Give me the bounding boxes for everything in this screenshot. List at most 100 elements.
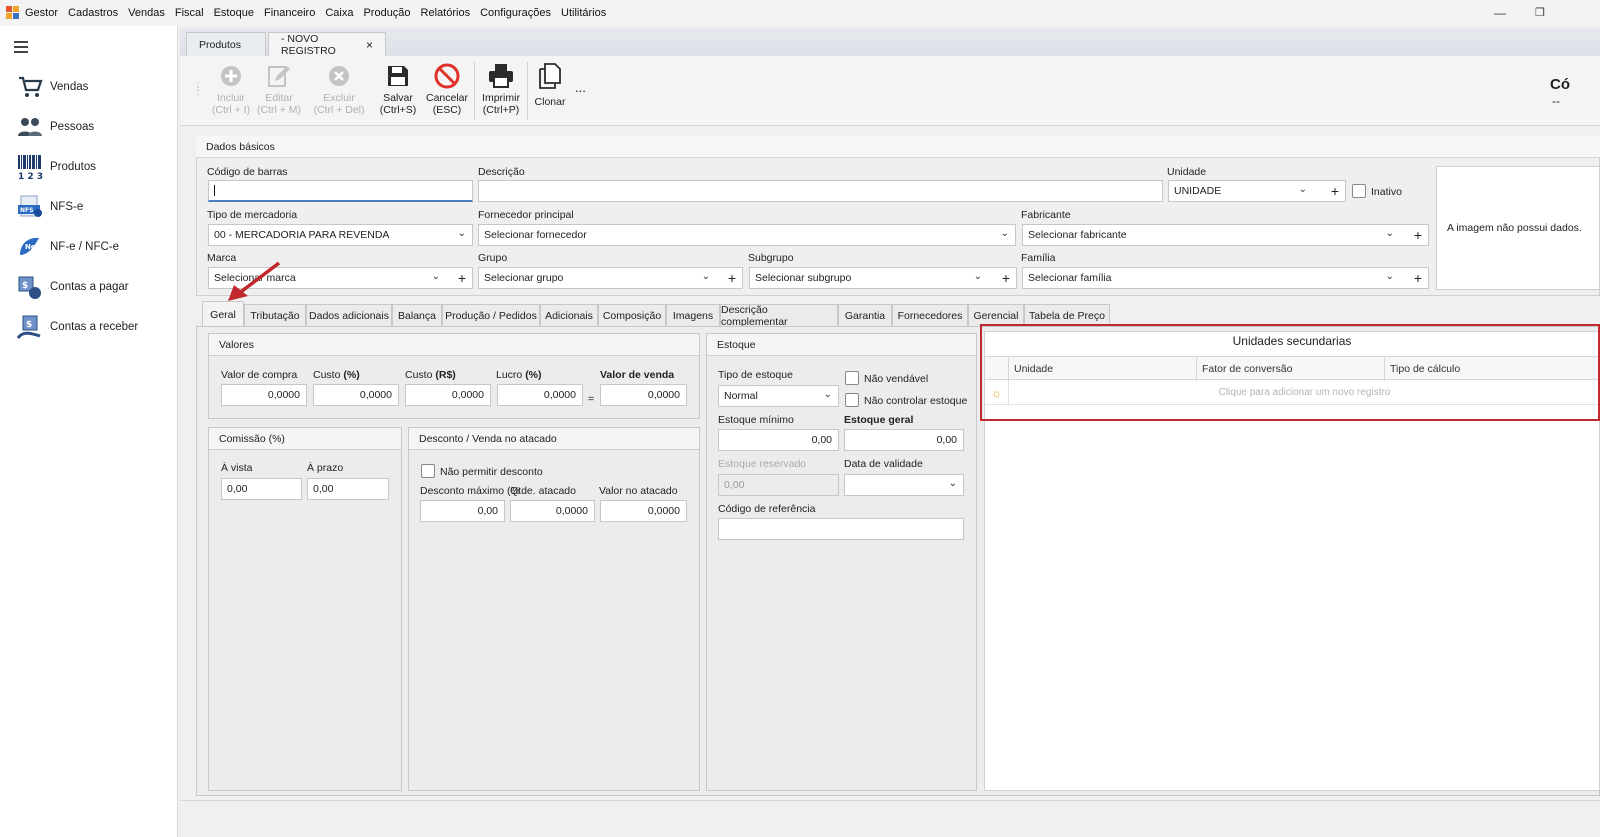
menu-caixa[interactable]: Caixa (325, 7, 353, 19)
menu-vendas[interactable]: Vendas (128, 7, 165, 19)
excluir-button[interactable]: Excluir (Ctrl + Del) (312, 62, 366, 116)
familia-label: Família (1021, 252, 1056, 264)
minimize-icon[interactable]: — (1494, 6, 1506, 20)
estoque-minimo-input[interactable]: 0,00 (718, 429, 839, 451)
hamburger-menu-icon[interactable] (14, 41, 28, 56)
custo-rs-input[interactable]: 0,0000 (405, 384, 491, 406)
custo-pct-input[interactable]: 0,0000 (313, 384, 399, 406)
a-vista-input[interactable]: 0,00 (221, 478, 302, 500)
plus-icon: + (1413, 270, 1422, 286)
cancel-icon (434, 63, 460, 89)
salvar-button[interactable]: Salvar (Ctrl+S) (376, 62, 420, 116)
a-prazo-input[interactable]: 0,00 (307, 478, 389, 500)
menu-estoque[interactable]: Estoque (214, 7, 254, 19)
menu-relatorios[interactable]: Relatórios (421, 7, 471, 19)
codigo-barras-input[interactable] (208, 180, 473, 202)
sidebar (0, 26, 178, 837)
fornecedor-select[interactable]: Selecionar fornecedor ⌄ (478, 224, 1016, 246)
menu-producao[interactable]: Produção (363, 7, 410, 19)
product-image-box[interactable]: A imagem não possui dados. (1436, 166, 1600, 290)
custo-pct-label: Custo (%) (313, 369, 360, 381)
estoque-reservado-input: 0,00 (718, 474, 839, 496)
sidebar-item-label: Contas a receber (50, 321, 139, 333)
estoque-reservado-label: Estoque reservado (718, 458, 807, 470)
tab-tributacao[interactable]: Tributação (244, 304, 306, 326)
nao-vendavel-checkbox[interactable] (845, 371, 859, 385)
qtde-atacado-input[interactable]: 0,0000 (510, 500, 595, 522)
toolbar-separator (474, 62, 475, 120)
fabricante-select[interactable]: Selecionar fabricante ⌄ + (1022, 224, 1429, 246)
sidebar-item-label: Pessoas (50, 121, 95, 133)
tab-gerencial[interactable]: Gerencial (968, 304, 1024, 326)
familia-select[interactable]: Selecionar família ⌄ + (1022, 267, 1429, 289)
estoque-geral-label: Estoque geral (844, 414, 914, 426)
descricao-input[interactable] (478, 180, 1163, 202)
unidade-select[interactable]: UNIDADE ⌄ + (1168, 180, 1346, 202)
subgrupo-select[interactable]: Selecionar subgrupo ⌄ + (749, 267, 1017, 289)
menu-configuracoes[interactable]: Configurações (480, 7, 551, 19)
comissao-title: Comissão (%) (209, 428, 401, 450)
nao-permitir-desconto-checkbox[interactable] (421, 464, 435, 478)
menu-financeiro[interactable]: Financeiro (264, 7, 315, 19)
lucro-input[interactable]: 0,0000 (497, 384, 583, 406)
sidebar-item-nfe[interactable]: Ne NF-e / NFC-e (16, 232, 176, 262)
sidebar-item-pessoas[interactable]: Pessoas (16, 112, 176, 142)
menu-cadastros[interactable]: Cadastros (68, 7, 118, 19)
sidebar-item-nfse[interactable]: NFS NFS-e (16, 192, 176, 222)
sidebar-item-label: NF-e / NFC-e (50, 241, 119, 253)
tab-balanca[interactable]: Balança (392, 304, 442, 326)
subgrupo-label: Subgrupo (748, 252, 794, 264)
tab-tabela-preco[interactable]: Tabela de Preço (1024, 304, 1110, 326)
estoque-geral-input[interactable]: 0,00 (844, 429, 964, 451)
tipo-estoque-select[interactable]: Normal ⌄ (718, 385, 839, 407)
tab-dados-adicionais[interactable]: Dados adicionais (306, 304, 392, 326)
nao-controlar-estoque-checkbox[interactable] (845, 393, 859, 407)
tab-imagens[interactable]: Imagens (666, 304, 720, 326)
tab-fornecedores[interactable]: Fornecedores (892, 304, 968, 326)
sidebar-item-produtos[interactable]: 1 2 3 Produtos (16, 152, 176, 182)
editar-button[interactable]: Editar (Ctrl + M) (256, 62, 302, 116)
tab-producao-pedidos[interactable]: Produção / Pedidos (442, 304, 540, 326)
nao-vendavel-label: Não vendável (864, 373, 929, 385)
codigo-referencia-input[interactable] (718, 518, 964, 540)
desconto-maximo-input[interactable]: 0,00 (420, 500, 505, 522)
dados-basicos-title: Dados básicos (196, 136, 1600, 158)
valor-atacado-input[interactable]: 0,0000 (600, 500, 687, 522)
sidebar-item-contas-receber[interactable]: $ Contas a receber (16, 312, 176, 342)
incluir-button[interactable]: Incluir (Ctrl + I) (206, 62, 256, 116)
cancelar-button[interactable]: Cancelar (ESC) (424, 62, 470, 116)
grip-icon[interactable]: ⋮ ⋮ (193, 82, 203, 97)
sidebar-item-label: NFS-e (50, 201, 84, 213)
clonar-button[interactable]: Clonar (530, 62, 570, 108)
svg-text:Ne: Ne (25, 243, 36, 251)
tab-descricao-complementar[interactable]: Descrição complementar (720, 304, 838, 328)
restore-icon[interactable]: ❐ (1535, 6, 1545, 19)
codigo-referencia-label: Código de referência (718, 503, 816, 515)
qtde-atacado-label: Qtde. atacado (510, 485, 576, 497)
inativo-checkbox[interactable] (1352, 184, 1366, 198)
sidebar-item-vendas[interactable]: Vendas (16, 72, 176, 102)
tipo-mercadoria-select[interactable]: 00 - MERCADORIA PARA REVENDA ⌄ (208, 224, 473, 246)
doc-tab-produtos[interactable]: Produtos (186, 32, 266, 56)
valor-venda-input[interactable]: 0,0000 (600, 384, 687, 406)
menu-gestor[interactable]: Gestor (25, 7, 58, 19)
data-validade-input[interactable]: ⌄ (844, 474, 964, 496)
unidade-label: Unidade (1167, 166, 1207, 178)
tab-composicao[interactable]: Composição (598, 304, 666, 326)
plus-icon: + (727, 270, 736, 286)
menu-utilitarios[interactable]: Utilitários (561, 7, 606, 19)
tab-adicionais[interactable]: Adicionais (540, 304, 598, 326)
valor-compra-input[interactable]: 0,0000 (221, 384, 307, 406)
plus-icon: + (1001, 270, 1010, 286)
grupo-select[interactable]: Selecionar grupo ⌄ + (478, 267, 743, 289)
chevron-down-icon: ⌄ (1000, 228, 1009, 239)
desconto-title: Desconto / Venda no atacado (409, 428, 699, 450)
menu-fiscal[interactable]: Fiscal (175, 7, 204, 19)
doc-tab-novo-registro[interactable]: - NOVO REGISTRO × (268, 32, 386, 57)
more-button[interactable]: ... (575, 80, 586, 95)
tab-garantia[interactable]: Garantia (838, 304, 892, 326)
sidebar-item-contas-pagar[interactable]: $ Contas a pagar (16, 272, 176, 302)
imprimir-button[interactable]: Imprimir (Ctrl+P) (478, 62, 524, 116)
close-icon[interactable]: × (366, 38, 373, 52)
tab-geral[interactable]: Geral (202, 301, 244, 327)
